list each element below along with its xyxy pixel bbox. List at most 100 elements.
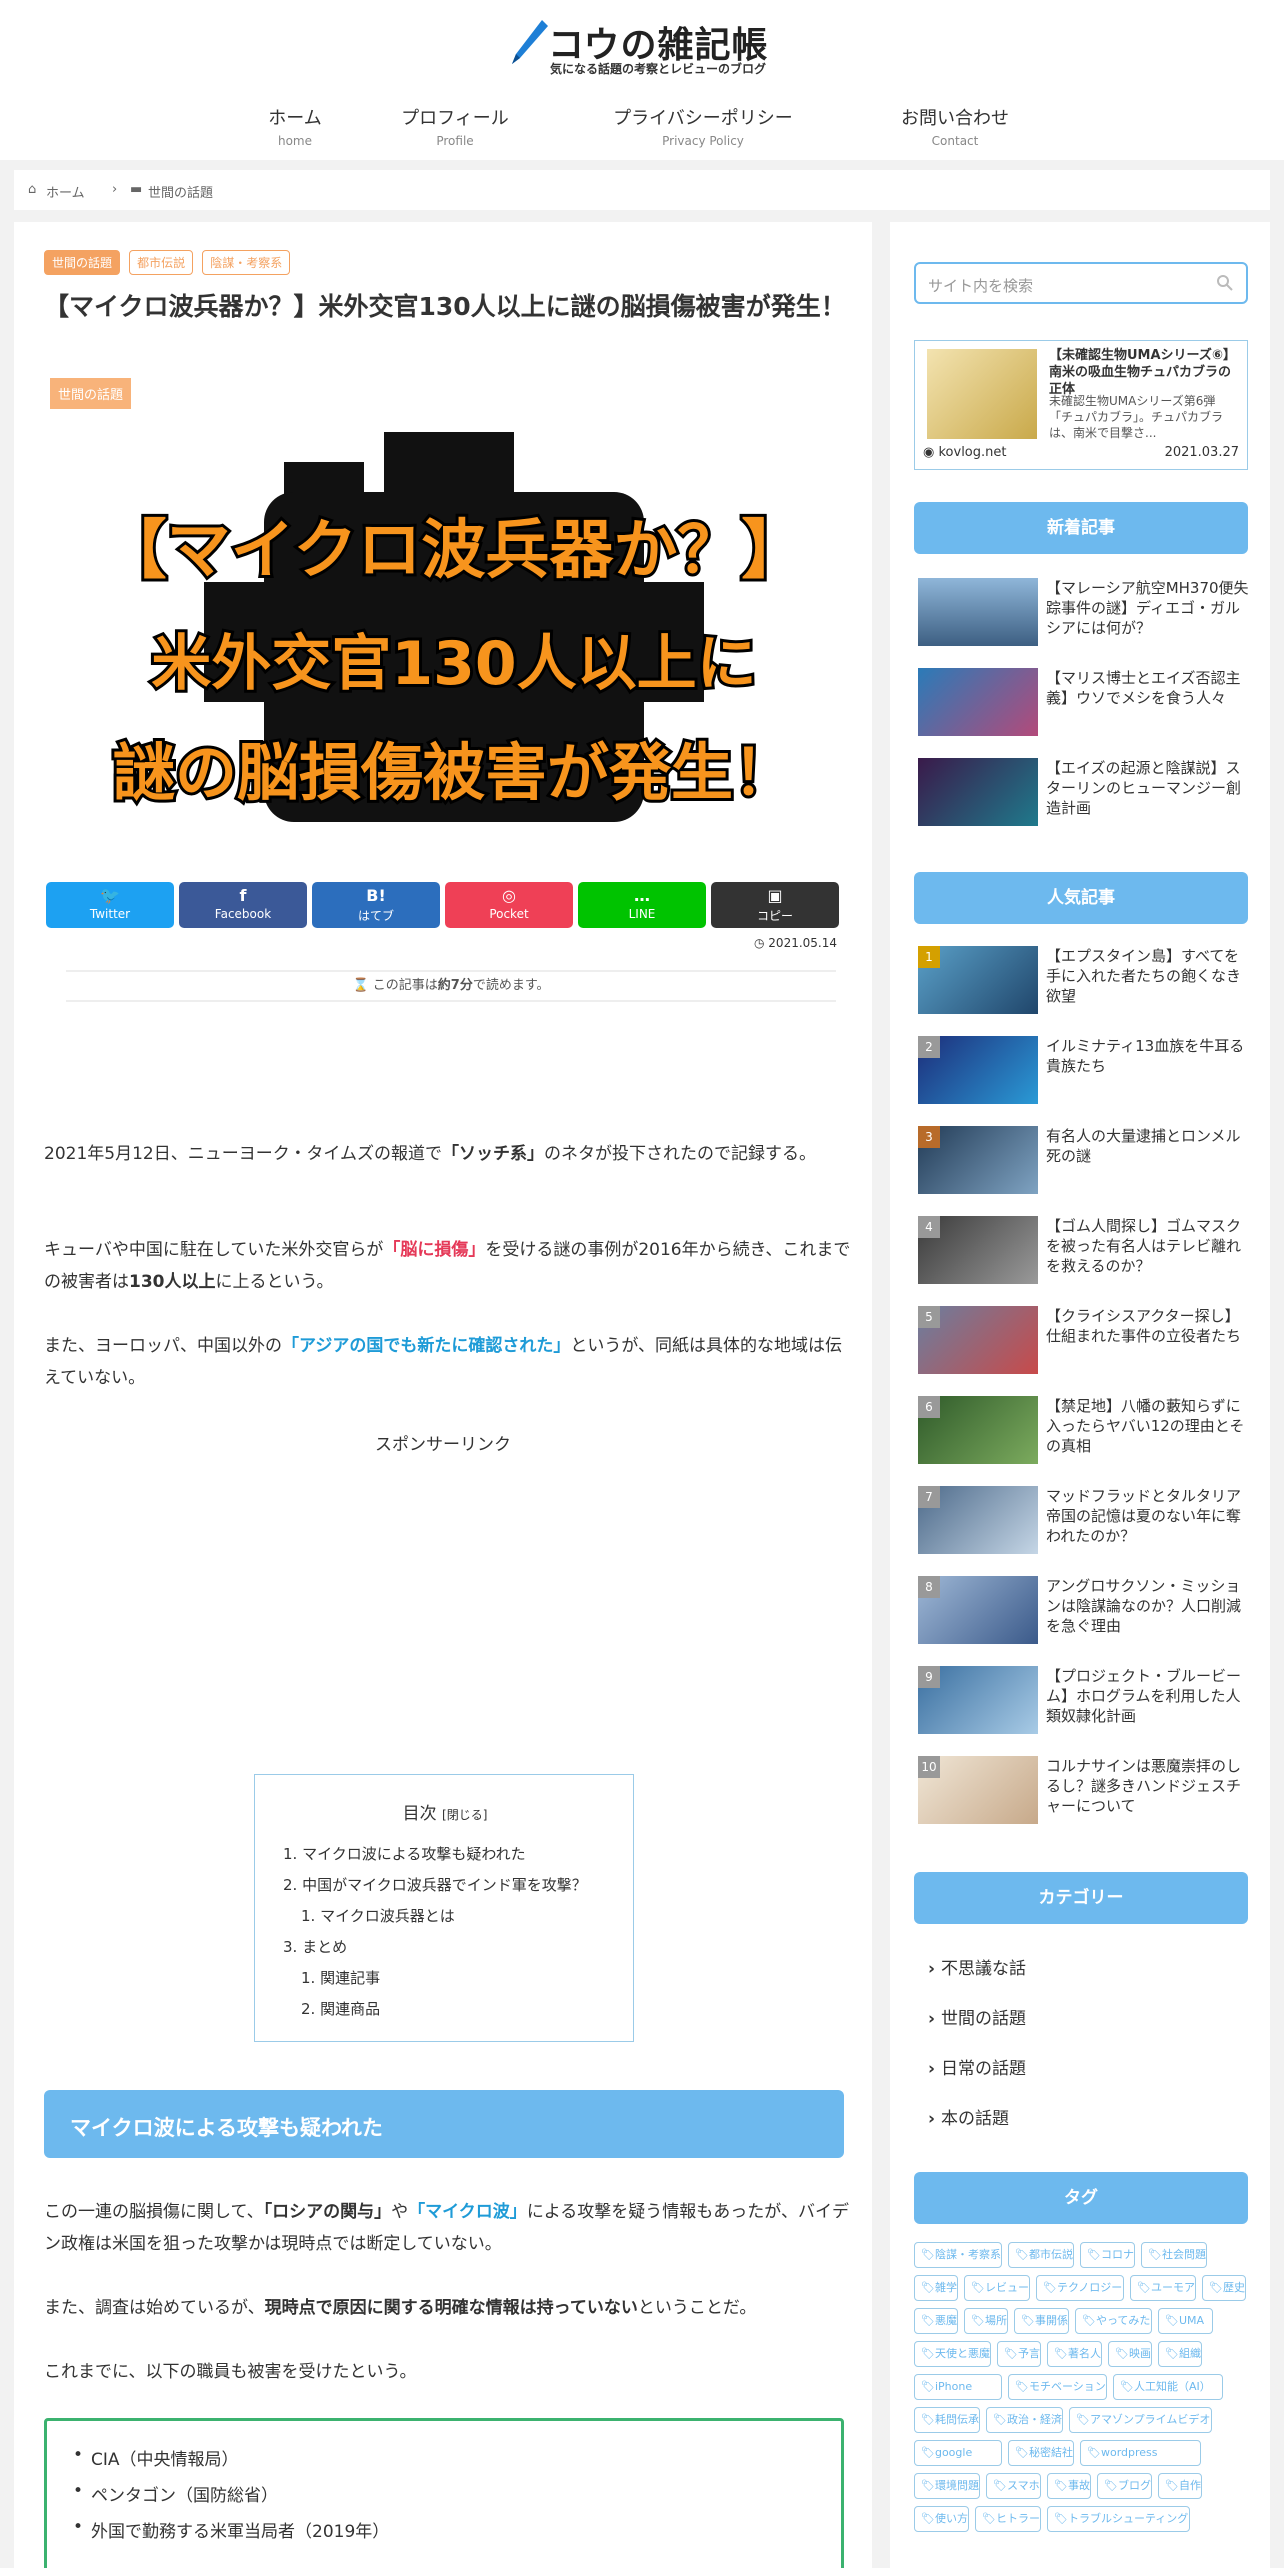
nav-contact[interactable]: お問い合わせ Contact [898,104,1012,148]
new-post-item[interactable]: 【エイズの起源と陰謀説】スターリンのヒューマンジー創造計画 [918,758,1248,828]
search-box[interactable]: サイト内を検索 [914,262,1248,304]
tag-link[interactable]: 🏷著名人 [1047,2341,1102,2367]
article-title: 【マイクロ波兵器か？】米外交官130人以上に謎の脳損傷被害が発生！ [44,292,846,321]
article-tags: 世間の話題 都市伝説 陰謀・考察系 [44,250,294,275]
category-link[interactable]: 日常の話題 [928,2054,1026,2079]
eyecatch-line-3: 謎の脳損傷被害が発生！ [113,736,795,809]
popular-post-item[interactable]: 5 【クライシスアクター探し】仕組まれた事件の立役者たち [918,1306,1248,1376]
tag-link[interactable]: 🏷テクノロジー [1036,2275,1124,2301]
tag-link[interactable]: 🏷場所 [964,2308,1008,2334]
toc-item[interactable]: 1. マイクロ波兵器とは [301,1905,455,1926]
tag-link[interactable]: 都市伝説 [129,250,194,275]
rank-badge: 10 [918,1756,940,1778]
post-thumbnail [918,668,1038,736]
list-item: CIA（中央情報局） [73,2445,238,2470]
tag-link[interactable]: 🏷やってみた [1075,2308,1152,2334]
eyecatch-line-2: 米外交官130人以上に [151,629,756,699]
tag-link[interactable]: 🏷iPhone [914,2374,1002,2400]
toc-item[interactable]: 3. まとめ [283,1936,347,1957]
tag-link[interactable]: 🏷予言 [997,2341,1041,2367]
tag-link[interactable]: 🏷モチベーション [1008,2374,1107,2400]
tag-link[interactable]: 🏷耗問伝承 [914,2407,980,2433]
popular-post-item[interactable]: 2 イルミナティ13血族を牛耳る貴族たち [918,1036,1248,1106]
table-of-contents: 目次 [閉じる] 1. マイクロ波による攻撃も疑われた 2. 中国がマイクロ波兵… [254,1774,634,2042]
tag-link[interactable]: 🏷都市伝説 [1008,2242,1074,2268]
clock-icon: ◷ [754,936,769,950]
sponsored-link-label: スポンサーリンク [375,1435,511,1455]
nav-home[interactable]: ホーム home [265,104,325,148]
tag-link[interactable]: 🏷社会問題 [1141,2242,1207,2268]
tag-link[interactable]: 🏷レビュー [964,2275,1030,2301]
tag-link[interactable]: 🏷組織 [1158,2341,1202,2367]
nav-privacy-policy[interactable]: プライバシーポリシー Privacy Policy [610,104,796,148]
category-link[interactable]: 不思議な話 [928,1954,1026,1979]
tag-link[interactable]: 🏷使い方 [914,2506,969,2532]
share-twitter-button[interactable]: 🐦 Twitter [46,882,174,928]
toc-title: 目次 [閉じる] [402,1804,488,1824]
blog-card[interactable]: 【未確認生物UMAシリーズ⑥】南米の吸血生物チュパカブラの正体 未確認生物UMA… [914,340,1248,470]
breadcrumb-home[interactable]: ホーム [46,182,85,201]
popular-post-item[interactable]: 1 【エプスタイン島】すべてを手に入れた者たちの飽くなき欲望 [918,946,1248,1016]
tag-link[interactable]: 🏷ヒトラー [975,2506,1041,2532]
popular-post-item[interactable]: 6 【禁足地】八幡の藪知らずに入ったらヤバい12の理由とその真相 [918,1396,1248,1466]
share-pocket-button[interactable]: ◎ Pocket [445,882,573,928]
toc-toggle[interactable]: [閉じる] [442,1808,487,1822]
folder-icon: ▬ [130,182,143,197]
toc-item[interactable]: 1. 関連記事 [301,1967,380,1988]
tag-link[interactable]: 🏷google [914,2440,1002,2466]
rank-badge: 2 [918,1036,940,1058]
popular-post-item[interactable]: 9 【プロジェクト・ブルービーム】ホログラムを利用した人類奴隷化計画 [918,1666,1248,1736]
tag-link[interactable]: 🏷環境問題 [914,2473,980,2499]
share-facebook-button[interactable]: f Facebook [179,882,307,928]
breadcrumb-category[interactable]: 世間の話題 [148,182,213,201]
tag-link[interactable]: 🏷悪魔 [914,2308,958,2334]
toc-item[interactable]: 2. 中国がマイクロ波兵器でインド軍を攻撃？ [283,1874,587,1895]
category-badge[interactable]: 世間の話題 [50,378,132,409]
post-thumbnail [918,758,1038,826]
tag-link[interactable]: 🏷自作 [1158,2473,1202,2499]
new-post-item[interactable]: 【マリス博士とエイズ否認主義】ウソでメシを食う人々 [918,668,1248,738]
tag-link[interactable]: 🏷ユーモア [1130,2275,1196,2301]
tag-link[interactable]: 🏷トラブルシューティング [1047,2506,1190,2532]
tag-link[interactable]: 🏷歴史 [1202,2275,1246,2301]
tag-link[interactable]: 陰謀・考察系 [202,250,291,275]
sidebar: サイト内を検索 【未確認生物UMAシリーズ⑥】南米の吸血生物チュパカブラの正体 … [890,222,1270,2568]
search-input[interactable]: サイト内を検索 [928,275,1033,296]
share-hatena-button[interactable]: B! はてブ [312,882,440,928]
toc-item[interactable]: 1. マイクロ波による攻撃も疑われた [283,1843,526,1864]
popular-post-item[interactable]: 8 アングロサクソン・ミッションは陰謀論なのか？人口削減を急ぐ理由 [918,1576,1248,1646]
popular-post-item[interactable]: 7 マッドフラッドとタルタリア帝国の記憶は夏のない年に奪われたのか？ [918,1486,1248,1556]
tag-link[interactable]: 🏷雑学 [914,2275,958,2301]
tag-link[interactable]: 🏷映画 [1108,2341,1152,2367]
popular-post-item[interactable]: 4 【ゴム人間探し】ゴムマスクを被った有名人はテレビ離れを救えるのか？ [918,1216,1248,1286]
tag-link[interactable]: 🏷UMA [1158,2308,1213,2334]
tag-link[interactable]: 🏷政治・経済 [986,2407,1063,2433]
toc-item[interactable]: 2. 関連商品 [301,1998,380,2019]
share-copy-button[interactable]: ▣ コピー [711,882,839,928]
tag-link[interactable]: 🏷陰謀・考察系 [914,2242,1002,2268]
popular-post-item[interactable]: 3 有名人の大量逮捕とロンメル死の謎 [918,1126,1248,1196]
new-post-item[interactable]: 【マレーシア航空MH370便失踪事件の謎】ディエゴ・ガルシアには何が？ [918,578,1249,648]
eyecatch-image: 【マイクロ波兵器か？】 米外交官130人以上に 謎の脳損傷被害が発生！ [84,432,824,842]
paragraph-6: これまでに、以下の職員も被害を受けたという。 [44,2362,417,2382]
tag-link[interactable]: 🏷人工知能（AI） [1113,2374,1223,2400]
tag-link[interactable]: 🏷wordpress [1080,2440,1201,2466]
category-link[interactable]: 本の話題 [928,2104,1009,2129]
popular-post-item[interactable]: 10 コルナサインは悪魔崇拝のしるし？謎多きハンドジェスチャーについて [918,1756,1248,1826]
site-logo[interactable]: コウの雑記帳 気になる話題の考察とレビューのブログ [500,14,790,76]
tag-link[interactable]: 🏷スマホ [986,2473,1041,2499]
blog-card-thumbnail [927,349,1037,439]
share-line-button[interactable]: … LINE [578,882,706,928]
tag-link[interactable]: 🏷ブログ [1097,2473,1152,2499]
tag-link[interactable]: 🏷コロナ [1080,2242,1135,2268]
category-link[interactable]: 世間の話題 [928,2004,1026,2029]
tag-link[interactable]: 🏷事故 [1047,2473,1091,2499]
list-item: ペンタゴン（国防総省） [73,2481,278,2506]
tag-link[interactable]: 世間の話題 [44,250,121,275]
nav-profile[interactable]: プロフィール Profile [398,104,512,148]
tag-link[interactable]: 🏷秘密結社 [1008,2440,1074,2466]
tag-link[interactable]: 🏷天使と悪魔 [914,2341,991,2367]
search-icon[interactable] [1216,274,1234,292]
tag-link[interactable]: 🏷事開係 [1014,2308,1069,2334]
tag-link[interactable]: 🏷アマゾンプライムビデオ [1069,2407,1212,2433]
